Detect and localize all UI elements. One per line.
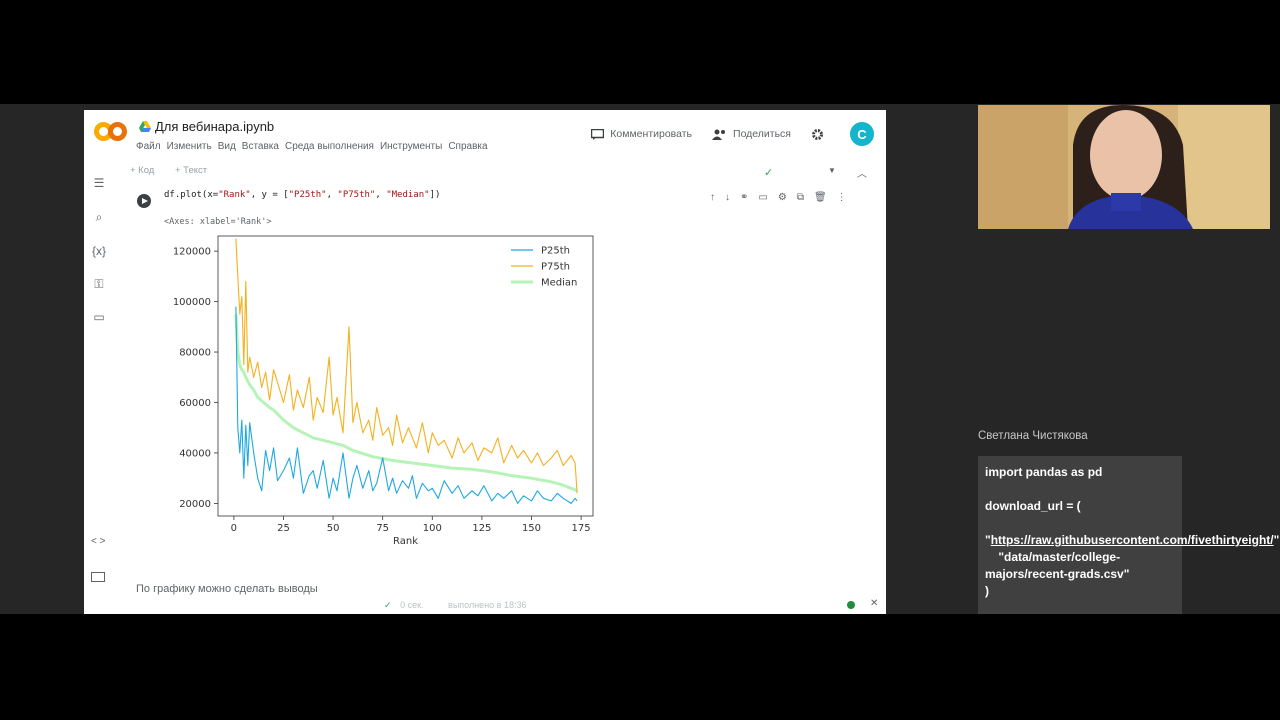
avatar[interactable]: C <box>850 122 874 146</box>
x-tick-label: 125 <box>472 523 491 534</box>
line-chart: 20000 40000 60000 80000 100000 120000 0 25 50 75 1… <box>173 235 594 547</box>
toc-icon[interactable]: ☰ <box>92 176 106 190</box>
link-icon[interactable]: ⚭ <box>740 192 748 203</box>
plot-area <box>217 235 594 517</box>
x-tick-label: 150 <box>522 523 541 534</box>
menu-view[interactable]: Вид <box>218 141 236 152</box>
delete-icon[interactable]: 🗑 <box>814 192 827 203</box>
code-string: "P25th" <box>288 190 327 200</box>
menu-runtime[interactable]: Среда выполнения <box>285 141 374 152</box>
comment-icon <box>591 128 605 140</box>
chat-line: ) <box>985 584 989 598</box>
colab-window: Для вебинара.ipynb Файл Изменить Вид Вст… <box>84 110 886 614</box>
legend-label: Median <box>541 278 577 289</box>
chat-line: download_url = ( <box>985 499 1081 513</box>
connection-status-dot <box>847 601 855 609</box>
chat-url-link[interactable]: https://raw.githubusercontent.com/fiveth… <box>991 533 1274 547</box>
connected-check-icon: ✓ <box>764 167 774 179</box>
code-text: , <box>326 190 338 200</box>
menu-bar: Файл Изменить Вид Вставка Среда выполнен… <box>136 141 494 152</box>
x-axis-label: Rank <box>393 536 418 547</box>
cell-actions: ↑ ↓ ⚭ ▭ ⚙ ⧉ 🗑 ⋮ <box>710 192 847 203</box>
code-cell[interactable]: df.plot(x="Rank", y = ["P25th", "P75th",… <box>164 190 440 200</box>
move-up-icon[interactable]: ↑ <box>710 192 715 203</box>
y-tick-label: 20000 <box>179 499 211 510</box>
colab-logo-icon[interactable] <box>94 122 127 144</box>
add-text-button[interactable]: + Текст <box>175 165 207 176</box>
move-down-icon[interactable]: ↓ <box>725 192 730 203</box>
comment-cell-icon[interactable]: ▭ <box>758 192 767 203</box>
y-tick-label: 40000 <box>179 448 211 459</box>
menu-edit[interactable]: Изменить <box>167 141 212 152</box>
menu-insert[interactable]: Вставка <box>242 141 279 152</box>
cell-output-text: <Axes: xlabel='Rank'> <box>164 217 272 227</box>
legend-label: P25th <box>541 246 570 257</box>
x-tick-label: 50 <box>327 523 340 534</box>
code-string: "Median" <box>386 190 430 200</box>
secrets-key-icon[interactable]: ⚿ <box>92 277 106 291</box>
chat-blank <box>985 481 1175 498</box>
code-brackets-icon[interactable]: < > <box>91 536 105 547</box>
legend-label: P75th <box>541 262 570 273</box>
menu-tools[interactable]: Инструменты <box>380 141 442 152</box>
mirror-cell-icon[interactable]: ⧉ <box>797 192 804 203</box>
participant-name: Светлана Чистякова <box>978 430 1088 442</box>
more-icon[interactable]: ⋮ <box>837 192 847 203</box>
y-tick-label: 100000 <box>173 297 211 308</box>
cell-toolbar: + Код + Текст <box>130 165 225 176</box>
execution-status: ✓ 0 сек. выполнено в 18:36 <box>384 600 526 611</box>
code-text: , y = [ <box>250 190 289 200</box>
cell-settings-icon[interactable]: ⚙ <box>778 192 787 203</box>
terminal-icon[interactable] <box>91 572 105 582</box>
variables-icon[interactable]: {x} <box>92 244 106 258</box>
status-check-icon: ✓ <box>384 600 392 610</box>
drive-icon <box>139 121 151 132</box>
markdown-text: По графику можно сделать выводы <box>136 583 318 595</box>
search-icon[interactable]: ⌕ <box>92 210 106 224</box>
chat-line: "data/master/college-majors/recent-grads… <box>985 550 1130 581</box>
participant-video <box>978 105 1270 229</box>
code-text: df.plot(x= <box>164 190 219 200</box>
code-text: ]) <box>429 190 441 200</box>
execution-time: выполнено в 18:36 <box>448 600 527 610</box>
code-string: "Rank" <box>218 190 251 200</box>
chevron-down-icon[interactable]: ▼ <box>828 166 836 175</box>
x-tick-label: 75 <box>376 523 389 534</box>
share-people-icon <box>712 129 726 140</box>
code-string: "P75th" <box>337 190 376 200</box>
chat-line: import pandas as pd <box>985 465 1103 479</box>
y-tick-label: 120000 <box>173 247 211 258</box>
x-tick-label: 25 <box>277 523 290 534</box>
chat-quote: " <box>1273 533 1280 547</box>
chat-message: import pandas as pd download_url = ( "ht… <box>978 456 1279 614</box>
y-tick-label: 80000 <box>179 348 211 359</box>
x-tick-label: 175 <box>572 523 591 534</box>
x-tick-label: 0 <box>231 523 237 534</box>
run-cell-button[interactable] <box>137 194 151 208</box>
chat-url-line: "https://raw.githubusercontent.com/fivet… <box>985 532 1279 549</box>
screen: Для вебинара.ipynb Файл Изменить Вид Вст… <box>0 0 1280 720</box>
header-actions: Комментировать Поделиться C <box>591 122 874 146</box>
menu-help[interactable]: Справка <box>448 141 487 152</box>
comment-label: Комментировать <box>610 128 693 140</box>
chat-blank <box>985 515 1175 532</box>
close-icon[interactable]: ✕ <box>870 598 878 609</box>
runtime-status[interactable]: ✓ ▼ <box>760 162 840 180</box>
share-label: Поделиться <box>733 128 791 140</box>
y-tick-label: 60000 <box>179 398 211 409</box>
share-button[interactable]: Поделиться <box>712 128 791 140</box>
execution-duration: 0 сек. <box>400 600 424 610</box>
x-tick-label: 100 <box>423 523 442 534</box>
menu-file[interactable]: Файл <box>136 141 161 152</box>
comment-button[interactable]: Комментировать <box>591 128 692 140</box>
gear-icon <box>812 128 823 140</box>
colab-header: Для вебинара.ipynb Файл Изменить Вид Вст… <box>84 110 886 162</box>
folder-icon[interactable]: ▭ <box>92 310 106 324</box>
add-code-button[interactable]: + Код <box>130 165 154 176</box>
notebook-title[interactable]: Для вебинара.ipynb <box>155 119 274 134</box>
chevron-up-icon[interactable]: ︿ <box>857 165 867 180</box>
settings-button[interactable] <box>811 128 830 141</box>
code-text: , <box>375 190 387 200</box>
